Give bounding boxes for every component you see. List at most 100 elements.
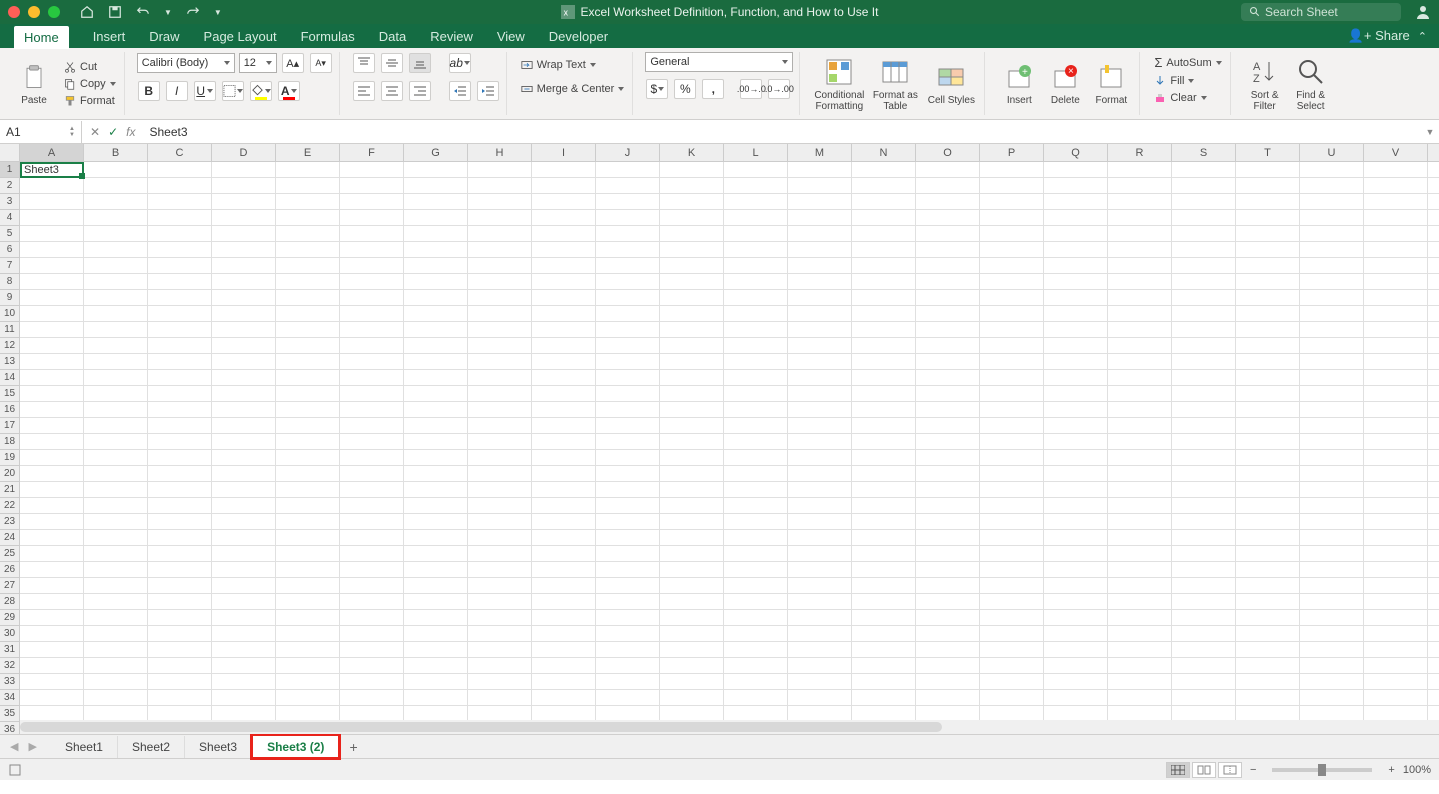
row-header-23[interactable]: 23: [0, 514, 20, 530]
row-header-17[interactable]: 17: [0, 418, 20, 434]
cut-button[interactable]: Cut: [62, 60, 118, 74]
merge-center-button[interactable]: Merge & Center: [519, 82, 627, 96]
row-header-11[interactable]: 11: [0, 322, 20, 338]
decrease-indent-icon[interactable]: [449, 81, 471, 101]
row-header-14[interactable]: 14: [0, 370, 20, 386]
align-center-icon[interactable]: [381, 81, 403, 101]
row-header-35[interactable]: 35: [0, 706, 20, 722]
column-header-A[interactable]: A: [20, 144, 84, 161]
increase-font-icon[interactable]: A▴: [282, 53, 304, 73]
insert-cells-button[interactable]: +Insert: [997, 61, 1041, 106]
undo-icon[interactable]: [136, 5, 150, 19]
row-header-31[interactable]: 31: [0, 642, 20, 658]
column-header-E[interactable]: E: [276, 144, 340, 161]
collapse-ribbon-icon[interactable]: ⌃: [1418, 30, 1427, 43]
column-header-L[interactable]: L: [724, 144, 788, 161]
fill-button[interactable]: Fill: [1152, 74, 1223, 88]
align-top-icon[interactable]: [353, 53, 375, 73]
column-header-C[interactable]: C: [148, 144, 212, 161]
tab-review[interactable]: Review: [430, 29, 473, 44]
orientation-icon[interactable]: ab: [449, 53, 471, 73]
normal-view-icon[interactable]: [1166, 762, 1190, 778]
qat-customize-icon[interactable]: ▼: [214, 8, 222, 17]
column-header-D[interactable]: D: [212, 144, 276, 161]
zoom-in-icon[interactable]: +: [1388, 764, 1394, 776]
column-header-H[interactable]: H: [468, 144, 532, 161]
tab-formulas[interactable]: Formulas: [301, 29, 355, 44]
align-middle-icon[interactable]: [381, 53, 403, 73]
formula-input[interactable]: Sheet3: [143, 125, 1421, 139]
decrease-decimal-icon[interactable]: .0→.00: [768, 79, 790, 99]
row-header-19[interactable]: 19: [0, 450, 20, 466]
clear-button[interactable]: Clear: [1152, 91, 1223, 105]
copy-button[interactable]: Copy: [62, 77, 118, 91]
percent-icon[interactable]: %: [674, 79, 696, 99]
column-header-F[interactable]: F: [340, 144, 404, 161]
column-header-M[interactable]: M: [788, 144, 852, 161]
row-header-1[interactable]: 1: [0, 162, 20, 178]
underline-button[interactable]: U: [194, 81, 216, 101]
row-header-30[interactable]: 30: [0, 626, 20, 642]
row-header-28[interactable]: 28: [0, 594, 20, 610]
delete-cells-button[interactable]: ×Delete: [1043, 61, 1087, 106]
sheet-nav-next-icon[interactable]: ▶: [24, 738, 40, 755]
column-header-V[interactable]: V: [1364, 144, 1428, 161]
page-layout-view-icon[interactable]: [1192, 762, 1216, 778]
tab-data[interactable]: Data: [379, 29, 406, 44]
bold-button[interactable]: B: [138, 81, 160, 101]
close-window-icon[interactable]: [8, 6, 20, 18]
select-all-corner[interactable]: [0, 144, 20, 161]
share-button[interactable]: 👤+ Share: [1348, 28, 1410, 44]
name-box[interactable]: A1 ▲▼: [0, 121, 82, 143]
zoom-level[interactable]: 100%: [1403, 764, 1431, 776]
row-header-16[interactable]: 16: [0, 402, 20, 418]
row-header-5[interactable]: 5: [0, 226, 20, 242]
horizontal-scrollbar[interactable]: [20, 720, 1439, 734]
sheet-tab-0[interactable]: Sheet1: [51, 736, 118, 758]
cell-styles-button[interactable]: Cell Styles: [924, 61, 978, 106]
active-cell[interactable]: Sheet3: [20, 162, 84, 178]
sort-filter-button[interactable]: AZSort & Filter: [1243, 56, 1287, 112]
home-icon[interactable]: [80, 5, 94, 19]
macro-record-icon[interactable]: [8, 763, 22, 777]
row-header-34[interactable]: 34: [0, 690, 20, 706]
redo-icon[interactable]: [186, 5, 200, 19]
row-header-29[interactable]: 29: [0, 610, 20, 626]
tab-developer[interactable]: Developer: [549, 29, 608, 44]
tab-page-layout[interactable]: Page Layout: [204, 29, 277, 44]
conditional-formatting-button[interactable]: Conditional Formatting: [812, 56, 866, 112]
cancel-formula-icon[interactable]: ✕: [90, 125, 100, 139]
row-header-3[interactable]: 3: [0, 194, 20, 210]
italic-button[interactable]: I: [166, 81, 188, 101]
sheet-tab-3[interactable]: Sheet3 (2): [252, 735, 339, 758]
currency-icon[interactable]: $: [646, 79, 668, 99]
format-painter-button[interactable]: Format: [62, 94, 118, 108]
row-header-6[interactable]: 6: [0, 242, 20, 258]
add-sheet-button[interactable]: +: [339, 735, 367, 759]
row-header-22[interactable]: 22: [0, 498, 20, 514]
column-header-J[interactable]: J: [596, 144, 660, 161]
row-header-26[interactable]: 26: [0, 562, 20, 578]
decrease-font-icon[interactable]: A▾: [310, 53, 332, 73]
fx-icon[interactable]: fx: [126, 125, 135, 139]
fill-color-button[interactable]: [250, 81, 272, 101]
search-sheet-input[interactable]: Search Sheet: [1241, 3, 1401, 21]
row-header-13[interactable]: 13: [0, 354, 20, 370]
row-header-2[interactable]: 2: [0, 178, 20, 194]
increase-indent-icon[interactable]: [477, 81, 499, 101]
row-header-12[interactable]: 12: [0, 338, 20, 354]
row-header-33[interactable]: 33: [0, 674, 20, 690]
font-size-combo[interactable]: 12: [239, 53, 277, 73]
column-header-R[interactable]: R: [1108, 144, 1172, 161]
row-header-18[interactable]: 18: [0, 434, 20, 450]
row-header-25[interactable]: 25: [0, 546, 20, 562]
row-header-9[interactable]: 9: [0, 290, 20, 306]
row-header-15[interactable]: 15: [0, 386, 20, 402]
wrap-text-button[interactable]: Wrap Text: [519, 58, 627, 72]
fill-handle[interactable]: [79, 173, 85, 179]
column-header-T[interactable]: T: [1236, 144, 1300, 161]
align-bottom-icon[interactable]: [409, 53, 431, 73]
row-header-8[interactable]: 8: [0, 274, 20, 290]
expand-formula-bar-icon[interactable]: ▼: [1421, 127, 1439, 137]
comma-icon[interactable]: ,: [702, 79, 724, 99]
